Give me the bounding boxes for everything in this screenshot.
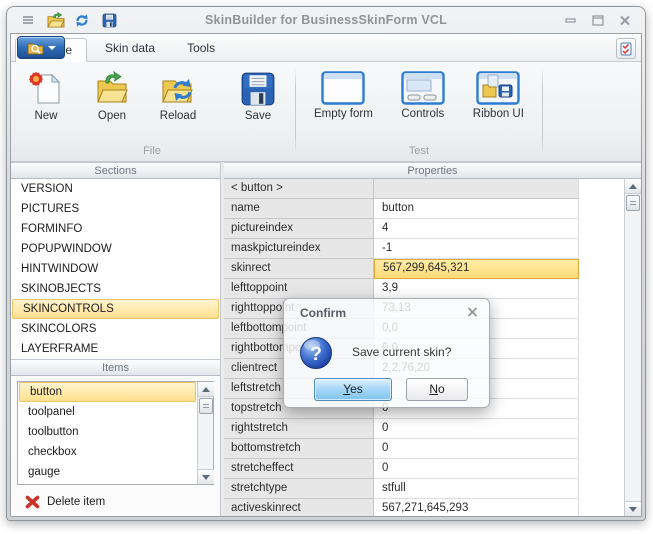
options-checklist-button[interactable]: [616, 38, 636, 59]
property-row[interactable]: pictureindex4: [224, 219, 624, 239]
new-label: New: [34, 110, 57, 122]
property-row[interactable]: activeskinrect567,271,645,293: [224, 499, 624, 516]
empty-form-label: Empty form: [314, 108, 373, 120]
scrollbar-thumb[interactable]: [626, 195, 640, 211]
reload-label: Reload: [160, 110, 196, 122]
test-group-label: Test: [308, 143, 530, 161]
property-row[interactable]: rightstretch0: [224, 419, 624, 439]
items-listbox: button toolpanel toolbutton checkbox gau…: [17, 381, 214, 485]
window-controls: [562, 13, 642, 27]
new-file-icon: [28, 71, 64, 107]
reload-folder-icon: [159, 71, 197, 107]
question-icon: ?: [298, 335, 334, 376]
delete-x-icon: [25, 495, 40, 509]
ribbon: New Open: [11, 62, 641, 162]
properties-scrollbar[interactable]: [624, 179, 641, 516]
section-item[interactable]: FORMINFO: [11, 219, 220, 239]
section-item[interactable]: LAYERFRAME: [11, 339, 220, 359]
no-button[interactable]: No: [406, 378, 468, 401]
items-header: Items: [11, 359, 220, 376]
property-row[interactable]: bottomstretch0: [224, 439, 624, 459]
svg-text:?: ?: [310, 344, 322, 365]
ribbon-group-test: Empty form Controls: [298, 62, 540, 161]
sections-panel: Sections VERSION PICTURES FORMINFO POPUP…: [11, 162, 221, 516]
delete-item-label: Delete item: [47, 496, 105, 508]
open-folder-icon: [93, 71, 131, 107]
property-row[interactable]: stretchtypestfull: [224, 479, 624, 499]
app-folder-search-icon: [27, 41, 44, 55]
reload-button[interactable]: Reload: [153, 66, 203, 125]
controls-form-icon: [401, 71, 445, 105]
tab-skin-data[interactable]: Skin data: [91, 37, 169, 61]
section-item[interactable]: VERSION: [11, 179, 220, 199]
item-row[interactable]: toolbutton: [18, 422, 197, 442]
item-row[interactable]: checkbox: [18, 442, 197, 462]
empty-form-icon: [321, 71, 365, 105]
tab-tools[interactable]: Tools: [173, 37, 229, 61]
open-button[interactable]: Open: [87, 66, 137, 125]
property-row-highlighted[interactable]: skinrect567,299,645,321: [224, 259, 624, 279]
application-button[interactable]: [17, 36, 65, 59]
controls-button[interactable]: Controls: [395, 66, 451, 123]
scroll-down-icon[interactable]: [625, 501, 641, 516]
ribbon-ui-icon: [476, 71, 520, 105]
property-row[interactable]: lefttoppoint3,9: [224, 279, 624, 299]
app-window: SkinBuilder for BusinessSkinForm VCL: [6, 6, 646, 521]
item-row[interactable]: toolpanel: [18, 402, 197, 422]
client-area: Skin file Skin data Tools: [10, 33, 642, 517]
yes-button[interactable]: Yes: [314, 378, 392, 401]
close-icon: [467, 307, 478, 317]
file-group-label: File: [21, 143, 283, 161]
section-item[interactable]: HINTWINDOW: [11, 259, 220, 279]
scrollbar-thumb[interactable]: [199, 398, 213, 414]
sections-list: VERSION PICTURES FORMINFO POPUPWINDOW HI…: [11, 179, 220, 359]
section-item[interactable]: SKINOBJECTS: [11, 279, 220, 299]
chevron-down-icon: [48, 46, 56, 50]
ribbon-ui-label: Ribbon UI: [473, 108, 524, 120]
property-row-object[interactable]: < button >: [224, 179, 624, 199]
properties-header: Properties: [224, 162, 641, 179]
ribbon-group-file: New Open: [11, 62, 293, 161]
sections-header: Sections: [11, 162, 220, 179]
property-row[interactable]: stretcheffect0: [224, 459, 624, 479]
confirm-dialog: Confirm ? Save current skin? Yes No: [283, 298, 490, 408]
dialog-message: Save current skin?: [352, 345, 451, 359]
section-item-selected[interactable]: SKINCONTROLS: [12, 299, 219, 319]
ribbon-tab-row: Skin file Skin data Tools: [11, 34, 641, 62]
maximize-button[interactable]: [589, 13, 607, 27]
minimize-button[interactable]: [562, 13, 580, 27]
dialog-close-button[interactable]: [464, 305, 480, 319]
checklist-icon: [620, 42, 632, 56]
controls-label: Controls: [401, 108, 444, 120]
scroll-up-icon[interactable]: [625, 179, 641, 194]
window-title: SkinBuilder for BusinessSkinForm VCL: [10, 13, 642, 27]
section-item[interactable]: POPUPWINDOW: [11, 239, 220, 259]
ribbon-ui-button[interactable]: Ribbon UI: [467, 66, 530, 123]
save-label: Save: [245, 110, 271, 122]
title-bar: SkinBuilder for BusinessSkinForm VCL: [10, 7, 642, 33]
items-scrollbar[interactable]: [197, 382, 213, 484]
save-floppy-icon: [240, 71, 276, 107]
property-row[interactable]: namebutton: [224, 199, 624, 219]
open-label: Open: [98, 110, 126, 122]
save-button[interactable]: Save: [233, 66, 283, 125]
item-row-selected[interactable]: button: [19, 382, 196, 402]
scroll-up-icon[interactable]: [198, 382, 214, 397]
item-row[interactable]: gauge: [18, 462, 197, 482]
close-button[interactable]: [616, 13, 634, 27]
section-item[interactable]: PICTURES: [11, 199, 220, 219]
section-item[interactable]: SKINCOLORS: [11, 319, 220, 339]
dialog-title: Confirm: [300, 306, 346, 320]
property-row[interactable]: maskpictureindex-1: [224, 239, 624, 259]
scroll-down-icon[interactable]: [198, 469, 214, 484]
delete-item-button[interactable]: Delete item: [11, 485, 220, 509]
ribbon-group-separator: [295, 68, 296, 155]
new-button[interactable]: New: [21, 66, 71, 125]
ribbon-group-separator: [542, 68, 543, 155]
empty-form-button[interactable]: Empty form: [308, 66, 379, 123]
